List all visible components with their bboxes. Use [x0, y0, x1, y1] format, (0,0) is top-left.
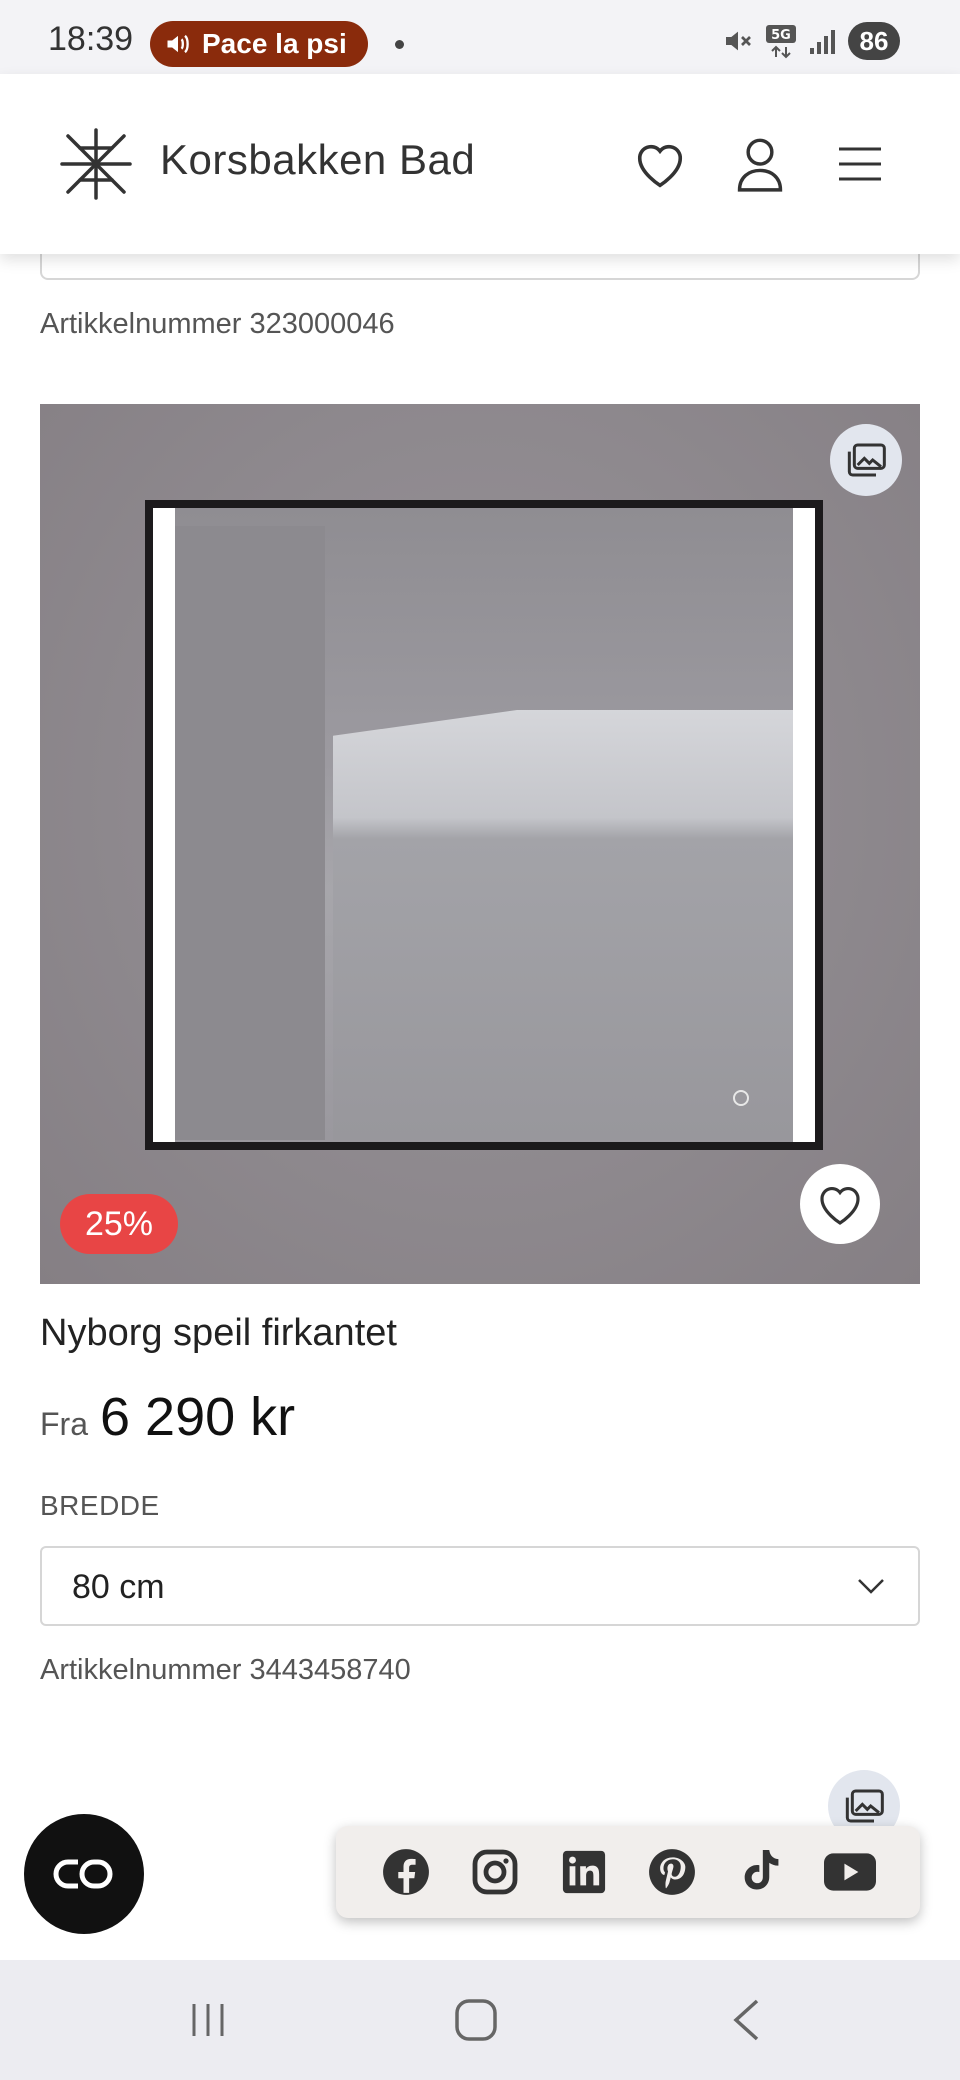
mirror-photo: [145, 500, 823, 1150]
recent-apps-icon: [192, 2004, 224, 2036]
speaker-icon: [167, 34, 189, 54]
logo-icon[interactable]: [58, 126, 134, 202]
width-option-label: BREDDE: [40, 1490, 160, 1521]
price-row: Fra 6 290 kr: [40, 1386, 295, 1448]
site-header: Korsbakken Bad: [0, 74, 960, 254]
back-icon: [733, 1999, 759, 2041]
notification-dot: [395, 40, 404, 49]
system-navigation-bar: [0, 1960, 960, 2080]
5g-icon: 5G: [766, 25, 796, 59]
hamburger-icon: [839, 147, 881, 181]
product-image[interactable]: 25%: [40, 404, 920, 1284]
youtube-icon[interactable]: [823, 1846, 876, 1898]
product-name[interactable]: Nyborg speil firkantet: [40, 1312, 397, 1355]
home-icon: [455, 1999, 497, 2041]
width-select-value: 80 cm: [72, 1568, 165, 1606]
recent-apps-button[interactable]: [168, 1990, 248, 2050]
article-number: Artikkelnummer 3443458740: [40, 1654, 411, 1686]
user-icon: [737, 138, 783, 192]
status-icons: 5G 86: [722, 22, 900, 60]
account-button[interactable]: [730, 134, 790, 194]
menu-button[interactable]: [830, 134, 890, 194]
previous-article-number: Artikkelnummer 323000046: [40, 308, 395, 340]
add-to-favorites-button[interactable]: [800, 1164, 880, 1244]
heart-icon: [637, 144, 683, 188]
chat-icon: [53, 1859, 113, 1889]
gallery-icon: [845, 1789, 884, 1823]
price-prefix: Fra: [40, 1406, 88, 1442]
svg-text:5G: 5G: [771, 28, 791, 43]
chevron-down-icon: [858, 1579, 884, 1594]
signal-icon: [810, 30, 835, 54]
gallery-icon: [847, 443, 886, 477]
battery-indicator: 86: [848, 22, 900, 60]
wishlist-button[interactable]: [630, 134, 690, 194]
instagram-icon[interactable]: [469, 1846, 521, 1898]
linkedin-icon[interactable]: [558, 1846, 610, 1898]
width-select[interactable]: 80 cm: [40, 1546, 920, 1626]
logo-text[interactable]: Korsbakken Bad: [160, 136, 475, 184]
gallery-button[interactable]: [830, 424, 902, 496]
discount-badge: 25%: [60, 1194, 178, 1254]
status-bar: 18:39 Pace la psi 5G 86: [0, 0, 960, 74]
tiktok-icon[interactable]: [735, 1846, 787, 1898]
pinterest-icon[interactable]: [646, 1846, 698, 1898]
price: 6 290 kr: [100, 1387, 296, 1447]
facebook-icon[interactable]: [380, 1846, 432, 1898]
media-playing-pill[interactable]: Pace la psi: [150, 21, 368, 67]
heart-icon: [820, 1187, 860, 1225]
social-bar: [336, 1826, 920, 1918]
home-button[interactable]: [436, 1990, 516, 2050]
back-button[interactable]: [706, 1990, 786, 2050]
chat-button[interactable]: [24, 1814, 144, 1934]
touch-sensor-icon: [733, 1090, 749, 1106]
status-time: 18:39: [48, 20, 134, 58]
mute-icon: [726, 31, 751, 51]
media-title: Pace la psi: [202, 28, 347, 59]
